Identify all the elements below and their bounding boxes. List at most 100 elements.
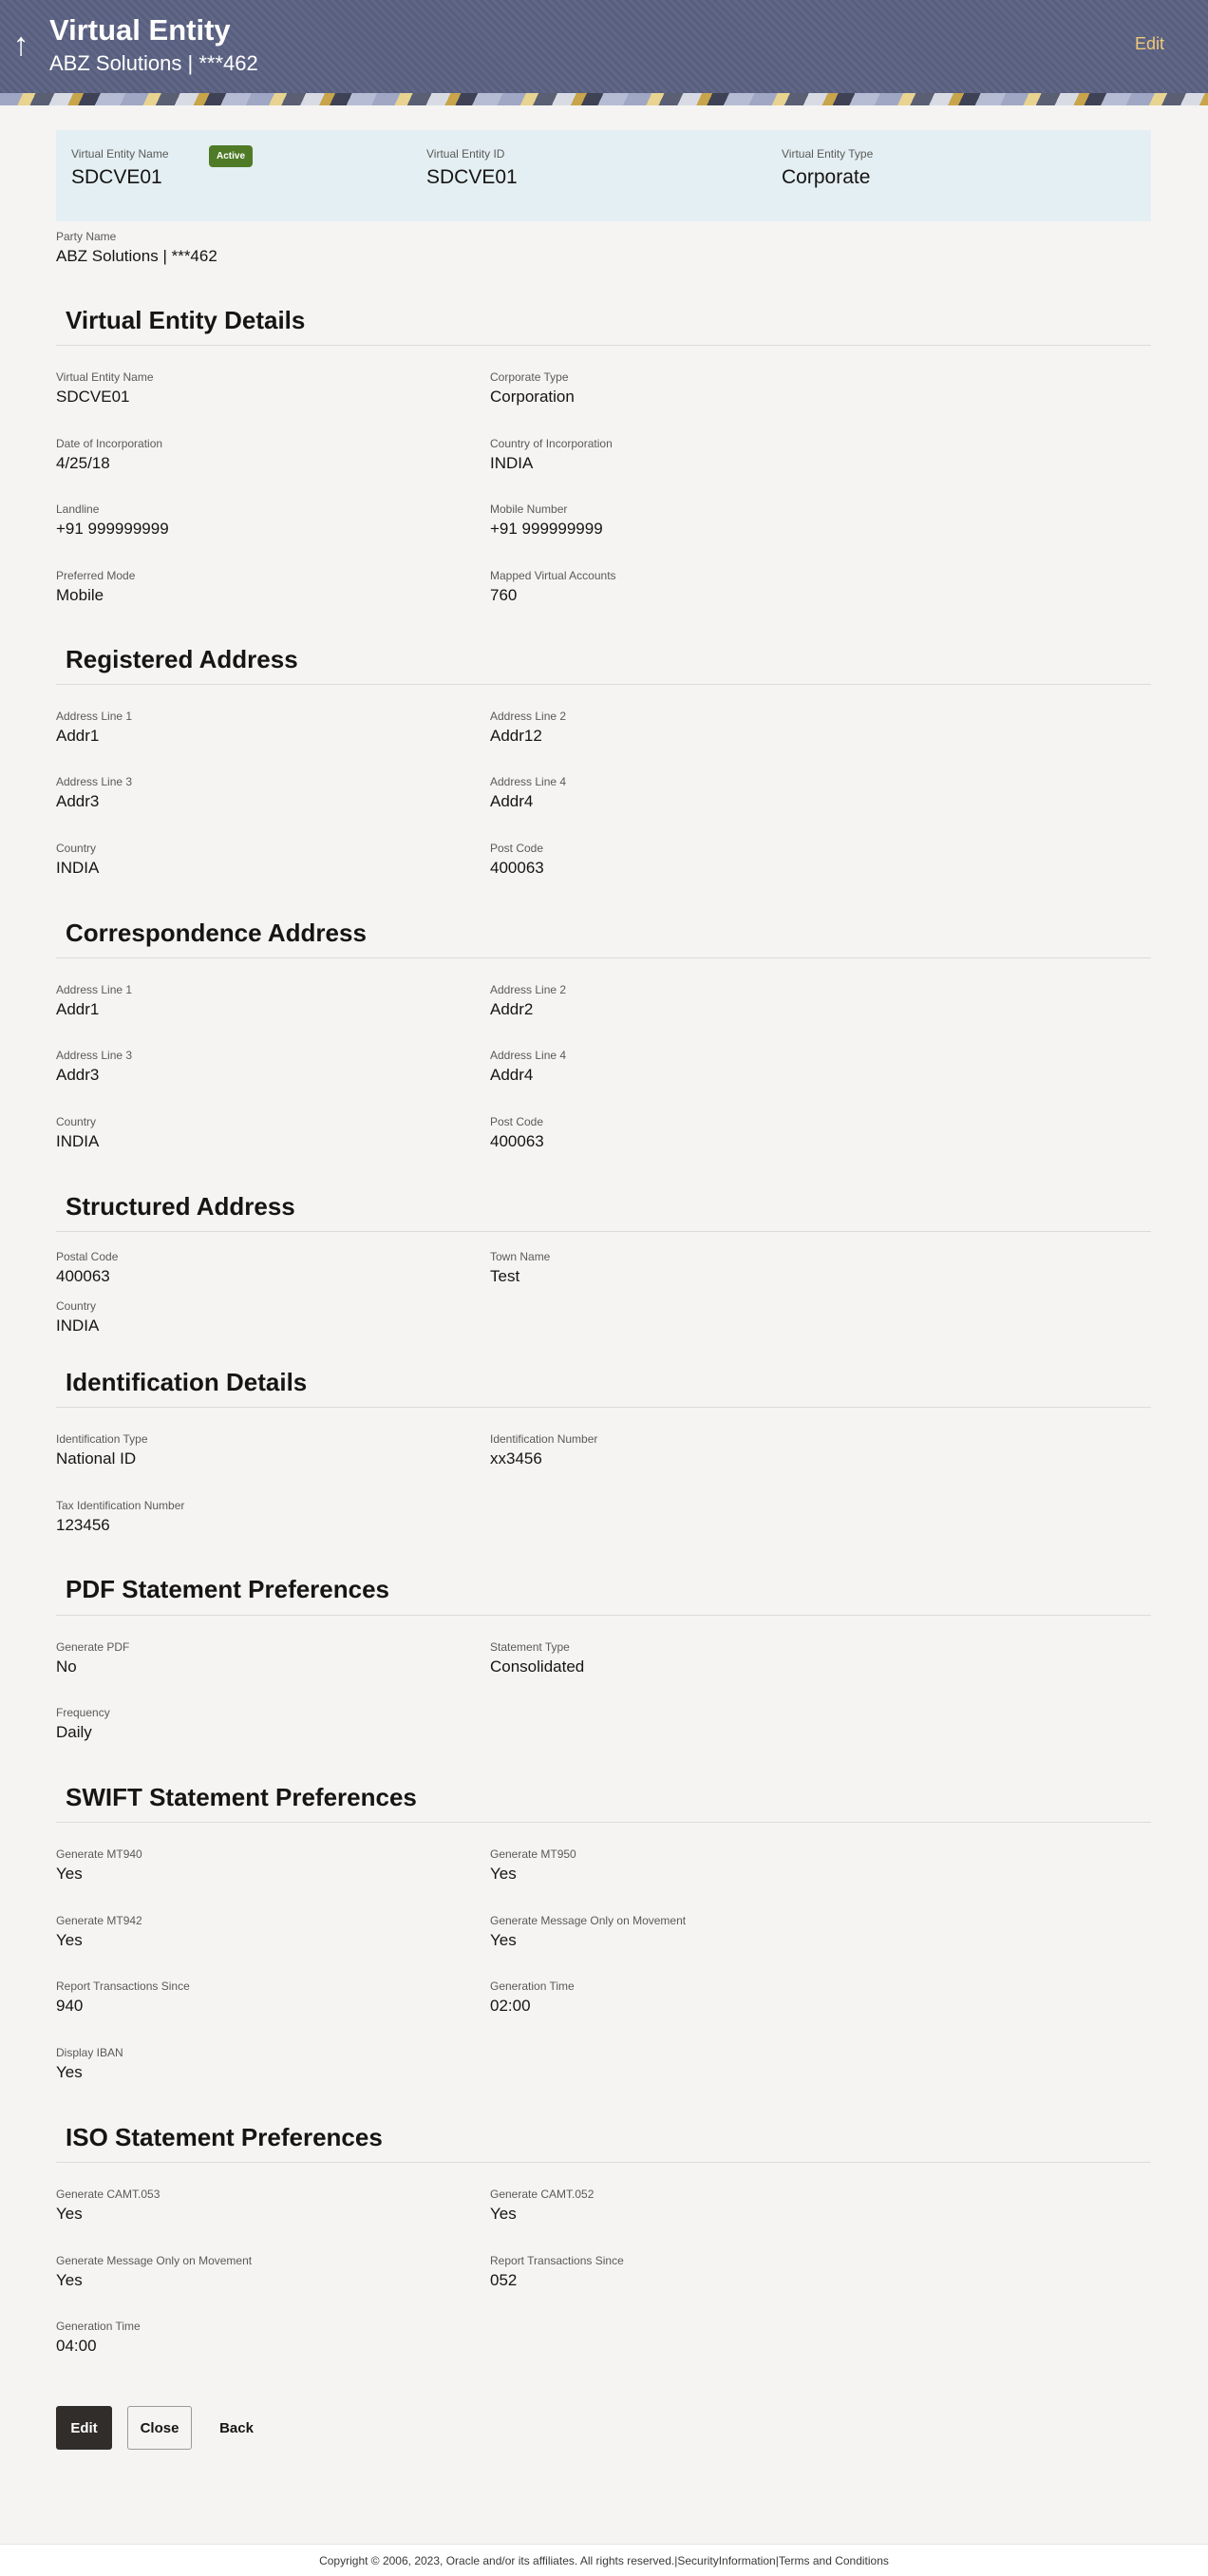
field-swift-report-transactions-since: Report Transactions Since 940 [56, 1979, 190, 2016]
field-landline: Landline +91 999999999 [56, 502, 169, 539]
field-label: Mapped Virtual Accounts [490, 569, 616, 582]
field-iso-message-on-movement: Generate Message Only on Movement Yes [56, 2254, 252, 2290]
field-label: Address Line 1 [56, 710, 133, 723]
field-value: Addr1 [56, 727, 100, 745]
field-reg-address-line-4: Address Line 4 Addr4 [490, 775, 566, 811]
field-value: 052 [490, 2271, 518, 2289]
field-town-name: Town Name Test [490, 1250, 550, 1286]
field-virtual-entity-name: Virtual Entity Name SDCVE01 [56, 370, 154, 407]
field-identification-type: Identification Type National ID [56, 1432, 148, 1468]
party-name-value: ABZ Solutions | ***462 [56, 247, 217, 265]
field-value: 400063 [56, 1267, 110, 1285]
field-value: 02:00 [490, 1997, 531, 2015]
up-arrow-icon[interactable]: ↑ [9, 21, 32, 68]
field-label: Date of Incorporation [56, 437, 163, 450]
field-reg-post-code: Post Code 400063 [490, 842, 544, 878]
field-value: Addr4 [490, 1066, 534, 1084]
field-corr-country: Country INDIA [56, 1115, 99, 1151]
field-label: Country of Incorporation [490, 437, 613, 450]
field-value: Consolidated [490, 1657, 585, 1676]
field-corr-address-line-4: Address Line 4 Addr4 [490, 1049, 566, 1085]
field-swift-generation-time: Generation Time 02:00 [490, 1979, 575, 2016]
field-country-of-incorporation: Country of Incorporation INDIA [490, 437, 613, 473]
field-label: Generate CAMT.052 [490, 2188, 595, 2201]
field-value: Yes [490, 2205, 517, 2223]
footer: Copyright © 2006, 2023, Oracle and/or it… [0, 2544, 1208, 2576]
field-postal-code: Postal Code 400063 [56, 1250, 118, 1286]
section-divider [56, 345, 1151, 346]
section-divider [56, 1231, 1151, 1232]
field-value: 400063 [490, 1132, 544, 1150]
field-value: 760 [490, 586, 518, 604]
page-header: ↑ Virtual Entity ABZ Solutions | ***462 … [0, 0, 1208, 105]
summary-name: Virtual Entity Name SDCVE01 [71, 147, 169, 189]
summary-type: Virtual Entity Type Corporate [782, 147, 873, 189]
field-value: 123456 [56, 1516, 110, 1534]
section-title-registered: Registered Address [66, 645, 298, 673]
field-corr-address-line-2: Address Line 2 Addr2 [490, 983, 566, 1019]
field-value: Addr1 [56, 1000, 100, 1018]
field-corr-address-line-1: Address Line 1 Addr1 [56, 983, 132, 1019]
section-title-pdf: PDF Statement Preferences [66, 1575, 390, 1603]
field-value: INDIA [56, 1132, 100, 1150]
field-value: Yes [490, 1931, 517, 1949]
field-value: 4/25/18 [56, 454, 110, 472]
field-label: Generate PDF [56, 1640, 130, 1654]
field-value: Mobile [56, 586, 104, 604]
field-label: Country [56, 1115, 97, 1128]
field-label: Identification Type [56, 1432, 148, 1446]
field-label: Address Line 2 [490, 710, 567, 723]
section-divider [56, 1615, 1151, 1616]
summary-id-label: Virtual Entity ID [426, 147, 505, 161]
field-value: Addr3 [56, 792, 100, 810]
field-value: National ID [56, 1449, 137, 1468]
edit-button[interactable]: Edit [56, 2406, 112, 2450]
page-title: Virtual Entity [49, 13, 231, 47]
field-value: +91 999999999 [490, 520, 603, 538]
summary-type-value: Corporate [782, 166, 871, 188]
party-name-label: Party Name [56, 230, 117, 243]
field-label: Corporate Type [490, 370, 569, 384]
header-edit-link[interactable]: Edit [1135, 34, 1164, 54]
field-value: Addr12 [490, 727, 542, 745]
field-value: Yes [490, 1865, 517, 1883]
field-value: +91 999999999 [56, 520, 169, 538]
field-reg-address-line-3: Address Line 3 Addr3 [56, 775, 132, 811]
field-value: INDIA [56, 859, 100, 877]
field-label: Generate Message Only on Movement [490, 1914, 687, 1927]
field-iso-report-transactions-since: Report Transactions Since 052 [490, 2254, 624, 2290]
field-value: Yes [56, 1865, 83, 1883]
field-value: SDCVE01 [56, 388, 130, 406]
field-generate-camt053: Generate CAMT.053 Yes [56, 2188, 160, 2224]
field-label: Generation Time [56, 2320, 141, 2333]
field-label: Statement Type [490, 1640, 570, 1654]
summary-id-value: SDCVE01 [426, 166, 518, 188]
field-tax-identification-number: Tax Identification Number 123456 [56, 1499, 184, 1535]
field-label: Landline [56, 502, 100, 516]
field-label: Virtual Entity Name [56, 370, 154, 384]
field-label: Tax Identification Number [56, 1499, 185, 1512]
field-mobile-number: Mobile Number +91 999999999 [490, 502, 603, 539]
field-label: Town Name [490, 1250, 551, 1263]
field-generate-mt942: Generate MT942 Yes [56, 1914, 142, 1950]
field-label: Report Transactions Since [490, 2254, 624, 2267]
close-button[interactable]: Close [127, 2406, 192, 2450]
field-label: Address Line 3 [56, 775, 133, 788]
field-label: Frequency [56, 1706, 110, 1719]
field-label: Country [56, 1299, 97, 1313]
field-generate-pdf: Generate PDF No [56, 1640, 129, 1676]
header-banner-pattern [0, 93, 1208, 105]
field-corr-post-code: Post Code 400063 [490, 1115, 544, 1151]
field-label: Address Line 3 [56, 1049, 133, 1062]
field-structured-country: Country INDIA [56, 1299, 99, 1335]
back-button[interactable]: Back [211, 2406, 262, 2450]
summary-card: Virtual Entity Name SDCVE01 Active Virtu… [56, 130, 1151, 221]
field-label: Address Line 2 [490, 983, 567, 996]
field-value: Addr3 [56, 1066, 100, 1084]
section-divider [56, 1407, 1151, 1408]
footer-copyright: Copyright © 2006, 2023, Oracle and/or it… [319, 2553, 889, 2567]
section-divider [56, 684, 1151, 685]
field-value: Yes [56, 2271, 83, 2289]
field-value: No [56, 1657, 77, 1676]
field-label: Display IBAN [56, 2046, 123, 2059]
